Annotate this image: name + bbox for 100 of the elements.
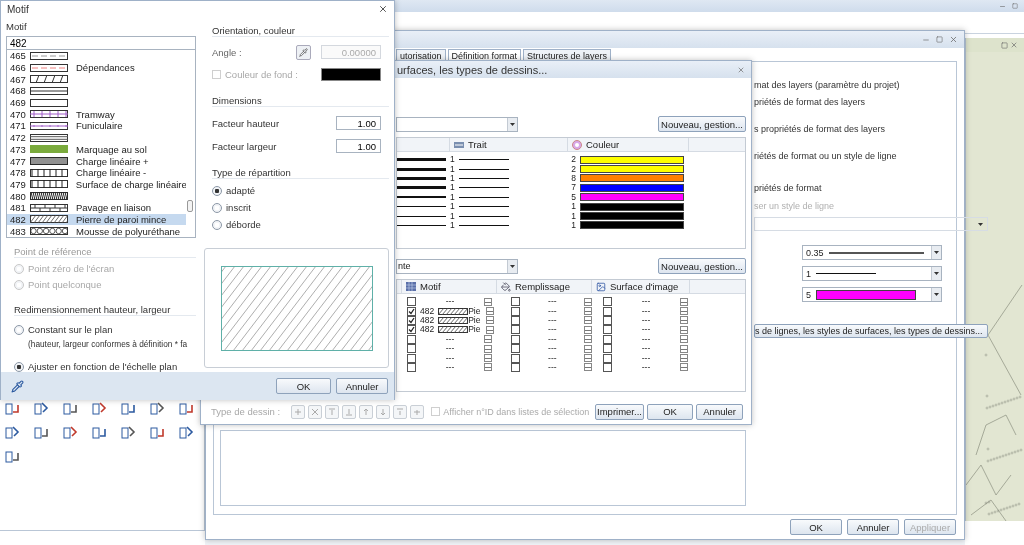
table-cell-text: --- <box>444 362 456 372</box>
checkbox[interactable] <box>603 344 612 354</box>
tool-icon[interactable] <box>4 424 20 440</box>
list-item[interactable]: 480 <box>7 190 186 202</box>
maximize-icon[interactable] <box>936 36 943 43</box>
line-sample <box>397 158 446 162</box>
checkbox[interactable] <box>407 306 416 316</box>
radio-button[interactable] <box>212 219 222 230</box>
checkbox-label: Couleur de fond : <box>225 69 298 80</box>
dropdown[interactable]: nte <box>396 258 518 274</box>
tool-icon[interactable] <box>120 424 136 440</box>
checkbox[interactable] <box>603 315 612 325</box>
radio-button[interactable] <box>14 361 24 372</box>
dialog-button[interactable]: Annuler <box>696 403 743 420</box>
combo-box[interactable]: 5 <box>802 287 942 302</box>
list-item[interactable]: 483 Mousse de polyuréthane <box>7 225 186 237</box>
checkbox[interactable] <box>511 353 521 363</box>
list-item[interactable]: 469 <box>7 96 186 109</box>
checkbox[interactable] <box>511 334 521 344</box>
checkbox[interactable] <box>511 297 521 307</box>
close-icon[interactable] <box>378 4 388 14</box>
manage-styles-button[interactable]: s de lignes, les styles de surfaces, les types de dessins... <box>754 324 988 338</box>
list-item[interactable]: 478 Charge linéaire - <box>7 166 186 179</box>
checkbox[interactable] <box>407 297 416 307</box>
tool-icon[interactable] <box>91 424 107 440</box>
dialog-button[interactable]: OK <box>646 403 694 420</box>
table-cell-text: --- <box>547 315 558 325</box>
tab[interactable]: utorisation <box>396 49 446 61</box>
checkbox[interactable] <box>511 344 521 354</box>
tab[interactable]: Structures de layers <box>523 49 612 61</box>
scrollbar-thumb[interactable] <box>187 200 193 212</box>
list-item[interactable]: 466 Dépendances <box>7 61 186 74</box>
checkbox[interactable] <box>407 315 416 325</box>
list-item[interactable]: 473 Marquage au sol <box>7 143 186 156</box>
option-label: priétés de format des layers <box>754 97 867 107</box>
dropdown-arrow-icon[interactable] <box>934 251 939 254</box>
list-item[interactable]: 482 Pierre de paroi mince <box>7 213 186 226</box>
checkbox[interactable] <box>603 325 612 335</box>
checkbox[interactable] <box>603 306 612 316</box>
tool-icon[interactable] <box>33 400 49 416</box>
dialog-button[interactable]: OK <box>790 519 842 535</box>
list-item[interactable]: 481 Pavage en liaison <box>7 201 186 214</box>
checkbox[interactable] <box>603 334 612 344</box>
checkbox[interactable] <box>511 306 521 316</box>
pipette-icon[interactable] <box>11 379 24 393</box>
checkbox[interactable] <box>603 362 612 372</box>
list-item[interactable]: 468 <box>7 85 186 97</box>
checkbox[interactable] <box>407 362 416 372</box>
combo-box[interactable]: 1 <box>802 266 942 281</box>
dialog-button[interactable]: Annuler <box>847 519 899 535</box>
pick-button[interactable] <box>296 45 311 60</box>
list-item[interactable]: 467 <box>7 73 186 86</box>
tool-icon[interactable] <box>178 424 194 440</box>
checkbox[interactable] <box>511 362 521 372</box>
tool-icon[interactable] <box>149 400 165 416</box>
dialog-button[interactable]: OK <box>276 378 331 394</box>
dialog-button[interactable]: Annuler <box>336 378 388 394</box>
color-swatch[interactable] <box>321 68 381 81</box>
tool-icon[interactable] <box>178 400 194 416</box>
checkbox[interactable] <box>407 334 416 344</box>
table-cell-text: 2 <box>570 155 576 165</box>
checkbox[interactable] <box>407 353 416 363</box>
checkbox[interactable] <box>407 344 416 354</box>
dropdown-arrow-icon[interactable] <box>510 122 515 126</box>
tool-icon[interactable] <box>62 424 78 440</box>
tool-icon[interactable] <box>4 400 20 416</box>
checkbox[interactable] <box>511 315 521 325</box>
dialog-title: Motif <box>7 3 29 15</box>
dialog-button[interactable]: Imprimer... <box>595 403 644 420</box>
radio-button[interactable] <box>212 202 222 213</box>
list-item[interactable]: 479 Surface de charge linéaire <box>7 178 186 191</box>
number-field[interactable]: 1.00 <box>336 116 381 130</box>
radio-button[interactable] <box>212 185 222 196</box>
line-sample <box>397 224 446 226</box>
list-item[interactable]: 471 Funiculaire <box>7 120 186 132</box>
list-item[interactable]: 465 <box>7 50 186 62</box>
tool-icon[interactable] <box>91 400 107 416</box>
radio-button[interactable] <box>14 324 24 335</box>
new-button[interactable]: Nouveau, gestion... <box>658 258 746 274</box>
checkbox[interactable] <box>603 297 612 307</box>
list-item[interactable]: 470 Tramway <box>7 108 186 121</box>
tab[interactable]: Définition format <box>447 49 522 61</box>
new-button[interactable]: Nouveau, gestion... <box>658 116 746 132</box>
dropdown-arrow-icon[interactable] <box>934 272 939 275</box>
combo-box[interactable]: 0.35 <box>802 245 942 260</box>
checkbox[interactable] <box>603 353 612 363</box>
checkbox[interactable] <box>407 325 416 335</box>
tool-icon[interactable] <box>4 448 20 464</box>
list-item[interactable]: 477 Charge linéaire + <box>7 155 186 167</box>
search-field[interactable]: 482 <box>6 36 196 50</box>
dropdown-arrow-icon[interactable] <box>934 293 939 296</box>
dropdown-arrow-icon[interactable] <box>977 222 983 226</box>
tool-icon[interactable] <box>149 424 165 440</box>
dropdown-arrow-icon[interactable] <box>510 264 515 268</box>
checkbox[interactable] <box>511 325 521 335</box>
list-item[interactable]: 472 <box>7 131 186 144</box>
tool-icon[interactable] <box>120 400 136 416</box>
tool-icon[interactable] <box>33 424 49 440</box>
tool-icon[interactable] <box>62 400 78 416</box>
number-field[interactable]: 1.00 <box>336 139 381 153</box>
